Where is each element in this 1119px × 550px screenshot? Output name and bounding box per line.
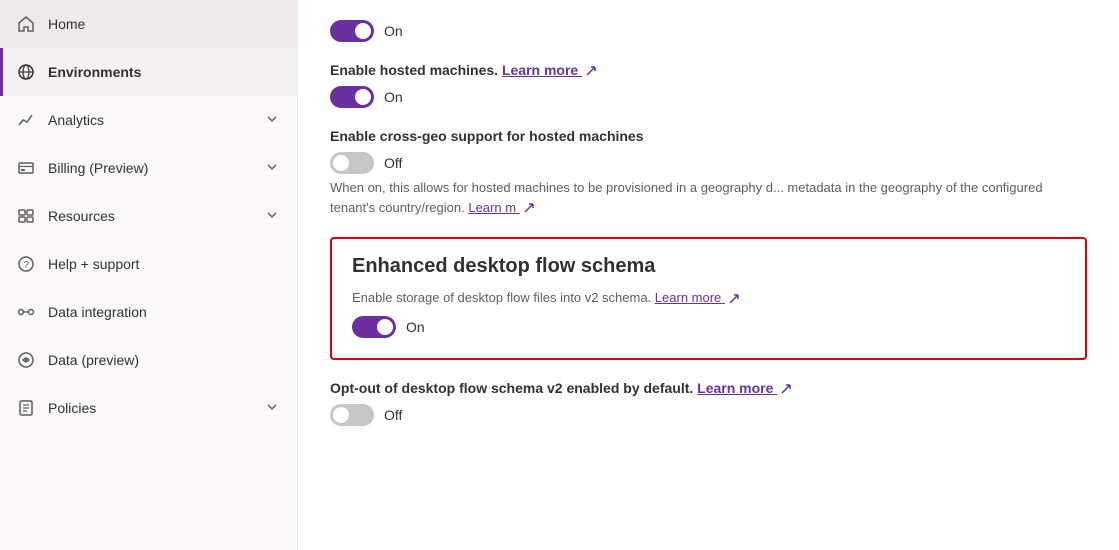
billing-icon (16, 158, 36, 178)
enhanced-schema-toggle-row: On (352, 316, 1065, 338)
enhanced-schema-desc: Enable storage of desktop flow files int… (352, 288, 1065, 308)
hosted-machines-block: Enable hosted machines. Learn more On (330, 62, 1087, 108)
cross-geo-toggle[interactable] (330, 152, 374, 174)
help-icon: ? (16, 254, 36, 274)
enhanced-schema-learn-more[interactable]: Learn more (655, 290, 740, 305)
sidebar: Home Environments Analytics (0, 0, 298, 550)
sidebar-item-environments-label: Environments (48, 64, 281, 80)
cross-geo-toggle-row: Off (330, 152, 1087, 174)
sidebar-item-policies[interactable]: Policies (0, 384, 297, 432)
hosted-machines-title: Enable hosted machines. Learn more (330, 62, 1087, 78)
hosted-machines-learn-more[interactable]: Learn more (502, 62, 597, 78)
sidebar-item-data-preview[interactable]: Data (preview) (0, 336, 297, 384)
enhanced-schema-section: Enhanced desktop flow schema Enable stor… (330, 237, 1087, 360)
analytics-icon (16, 110, 36, 130)
enhanced-schema-toggle[interactable] (352, 316, 396, 338)
sidebar-item-data-integration-label: Data integration (48, 304, 281, 320)
resources-chevron-icon (265, 208, 281, 224)
optout-block: Opt-out of desktop flow schema v2 enable… (330, 380, 1087, 426)
analytics-chevron-icon (265, 112, 281, 128)
sidebar-item-help-label: Help + support (48, 256, 281, 272)
top-toggle[interactable] (330, 20, 374, 42)
optout-desc: Opt-out of desktop flow schema v2 enable… (330, 380, 1087, 396)
hosted-machines-toggle[interactable] (330, 86, 374, 108)
data-integration-icon (16, 302, 36, 322)
policies-icon (16, 398, 36, 418)
sidebar-item-resources[interactable]: Resources (0, 192, 297, 240)
sidebar-item-home[interactable]: Home (0, 0, 297, 48)
cross-geo-toggle-label: Off (384, 155, 402, 171)
sidebar-item-data-integration[interactable]: Data integration (0, 288, 297, 336)
sidebar-item-data-preview-label: Data (preview) (48, 352, 281, 368)
hosted-machines-toggle-label: On (384, 89, 403, 105)
cross-geo-learn-more[interactable]: Learn m (468, 200, 534, 215)
cross-geo-title: Enable cross-geo support for hosted mach… (330, 128, 1087, 144)
sidebar-item-environments[interactable]: Environments (0, 48, 297, 96)
billing-chevron-icon (265, 160, 281, 176)
cross-geo-block: Enable cross-geo support for hosted mach… (330, 128, 1087, 217)
data-preview-icon (16, 350, 36, 370)
cross-geo-desc: When on, this allows for hosted machines… (330, 178, 1087, 217)
hosted-machines-toggle-row: On (330, 86, 1087, 108)
sidebar-item-resources-label: Resources (48, 208, 253, 224)
main-content: On Enable hosted machines. Learn more On… (298, 0, 1119, 550)
optout-toggle-label: Off (384, 407, 402, 423)
sidebar-item-home-label: Home (48, 16, 281, 32)
globe-icon (16, 62, 36, 82)
home-icon (16, 14, 36, 34)
optout-toggle-row: Off (330, 404, 1087, 426)
optout-toggle[interactable] (330, 404, 374, 426)
sidebar-item-billing-label: Billing (Preview) (48, 160, 253, 176)
top-toggle-label: On (384, 23, 403, 39)
optout-learn-more[interactable]: Learn more (697, 380, 792, 396)
sidebar-item-analytics-label: Analytics (48, 112, 253, 128)
top-toggle-block: On (330, 20, 1087, 42)
svg-text:?: ? (24, 260, 30, 271)
sidebar-item-billing[interactable]: Billing (Preview) (0, 144, 297, 192)
sidebar-item-help[interactable]: ? Help + support (0, 240, 297, 288)
sidebar-item-policies-label: Policies (48, 400, 253, 416)
enhanced-schema-heading: Enhanced desktop flow schema (352, 255, 1065, 278)
sidebar-item-analytics[interactable]: Analytics (0, 96, 297, 144)
policies-chevron-icon (265, 400, 281, 416)
top-toggle-row: On (330, 20, 1087, 42)
enhanced-schema-toggle-label: On (406, 319, 425, 335)
resources-icon (16, 206, 36, 226)
